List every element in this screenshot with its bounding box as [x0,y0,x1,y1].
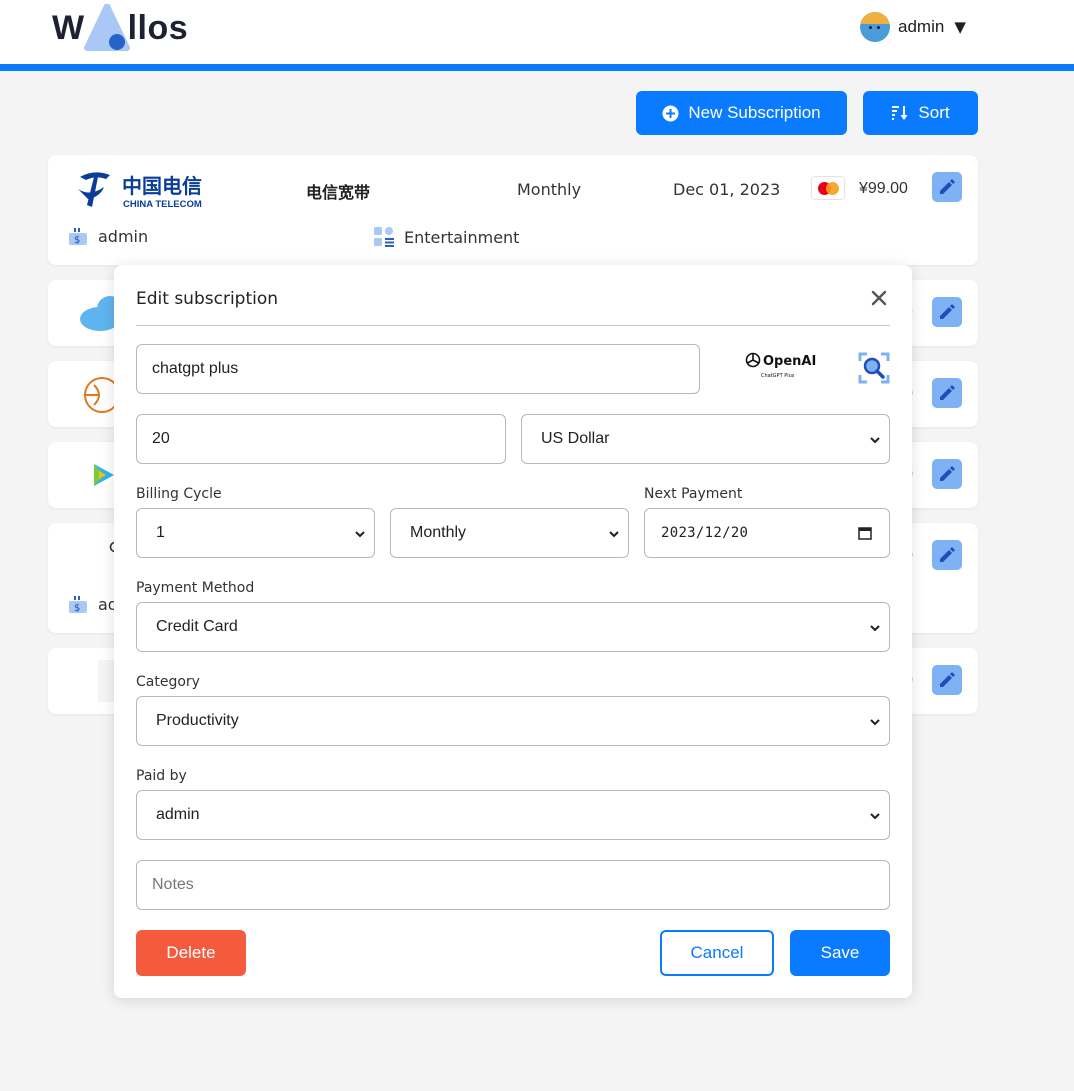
openai-logo-subtext: ChatGPT Plus [761,373,795,379]
next-payment-date-input[interactable]: 2023/12/20 [644,508,890,558]
chevron-down-icon [870,625,880,632]
category-value: Entertainment [404,227,520,247]
caret-down-icon: ▼ [954,18,966,36]
china-telecom-logo-en: CHINA TELECOM [123,199,202,210]
payment-method-label: Payment Method [136,580,255,596]
edit-subscription-button[interactable] [932,665,962,695]
close-icon[interactable] [870,289,888,307]
price-input[interactable]: 20 [136,414,506,464]
wallet-icon: $ [68,227,88,246]
save-label: Save [820,943,860,962]
plus-circle-icon [662,105,679,122]
wallet-icon: $ [68,595,88,614]
mastercard-icon [811,176,845,200]
header-accent-bar [0,64,1074,71]
subscription-logo: OpenAI ChatGPT Plus [744,349,816,381]
chevron-down-icon [870,719,880,726]
cancel-label: Cancel [690,943,744,962]
subscription-card: 中国电信 CHINA TELECOM 电信宽带 Monthly Dec 01, … [48,155,978,265]
paid-by-value: admin [98,227,149,246]
category-select[interactable]: Productivity [136,696,890,746]
category-value: Productivity [156,712,239,729]
next-payment-value: 2023/12/20 [661,525,749,541]
pencil-icon [940,672,955,687]
app-logo[interactable]: W llos [52,4,188,52]
chevron-down-icon [609,531,619,538]
edit-subscription-button[interactable] [932,172,962,202]
avatar [860,12,890,42]
pencil-icon [940,179,955,194]
subscription-next-payment: Dec 01, 2023 [673,180,781,199]
blank-logo [98,660,114,702]
currency-value: US Dollar [541,430,610,447]
openai-logo-text: OpenAI [763,354,816,369]
chevron-down-icon [355,531,365,538]
billing-cycle-label: Billing Cycle [136,486,222,502]
logo-text-suffix: llos [127,8,189,47]
svg-text:$: $ [74,235,80,246]
edit-subscription-button[interactable] [932,297,962,327]
notes-input[interactable]: Notes [136,860,890,910]
subscription-cycle: Monthly [517,180,582,199]
header: W llos admin ▼ [0,0,1074,64]
pencil-icon [940,385,955,400]
modal-title: Edit subscription [136,289,279,309]
payment-method-value: Credit Card [156,618,238,635]
notes-placeholder: Notes [152,876,194,893]
chevron-down-icon [870,437,880,444]
sort-icon [891,105,909,121]
cycle-select[interactable]: Monthly [390,508,629,558]
delete-button[interactable]: Delete [136,930,246,976]
sort-button[interactable]: Sort [863,91,978,135]
paid-by-select[interactable]: admin [136,790,890,840]
subscription-name: 电信宽带 [306,183,371,202]
calendar-icon [858,527,872,540]
subscription-name-value: chatgpt plus [152,360,239,377]
frequency-value: 1 [156,524,165,541]
paid-by-value: admin [156,806,200,823]
save-button[interactable]: Save [790,930,890,976]
new-subscription-label: New Subscription [688,103,821,122]
edit-subscription-button[interactable] [932,540,962,570]
sort-label: Sort [918,103,950,122]
delete-label: Delete [166,943,216,962]
pencil-icon [940,466,955,481]
pencil-icon [940,304,955,319]
currency-select[interactable]: US Dollar [521,414,890,464]
price-value: 20 [152,430,170,447]
cycle-value: Monthly [410,524,467,541]
china-telecom-logo-cn: 中国电信 [122,174,202,198]
subscription-name-input[interactable]: chatgpt plus [136,344,700,394]
cancel-button[interactable]: Cancel [660,930,774,976]
paid-by: $ admin [68,227,148,246]
user-menu[interactable]: admin ▼ [860,11,966,43]
pencil-icon [940,547,955,562]
search-logo-icon[interactable] [858,352,890,384]
payment-method-select[interactable]: Credit Card [136,602,890,652]
edit-subscription-modal: Edit subscription chatgpt plus OpenAI Ch… [114,265,912,998]
china-telecom-logo: 中国电信 CHINA TELECOM [76,167,206,211]
svg-text:$: $ [74,603,80,614]
modal-divider [136,325,890,326]
new-subscription-button[interactable]: New Subscription [636,91,847,135]
next-payment-label: Next Payment [644,486,743,502]
logo-text-prefix: W [52,8,85,47]
chevron-down-icon [870,813,880,820]
user-name: admin [898,17,945,36]
edit-subscription-button[interactable] [932,378,962,408]
paid-by-label: Paid by [136,768,187,784]
edit-subscription-button[interactable] [932,459,962,489]
category-icon [374,227,394,247]
category: Entertainment [374,227,519,247]
frequency-select[interactable]: 1 [136,508,375,558]
subscription-price: ¥99.00 [859,180,908,197]
category-label: Category [136,674,200,690]
play-logo [92,462,116,492]
logo-mark-icon [83,4,131,52]
paid-by: $ ad [68,595,118,614]
